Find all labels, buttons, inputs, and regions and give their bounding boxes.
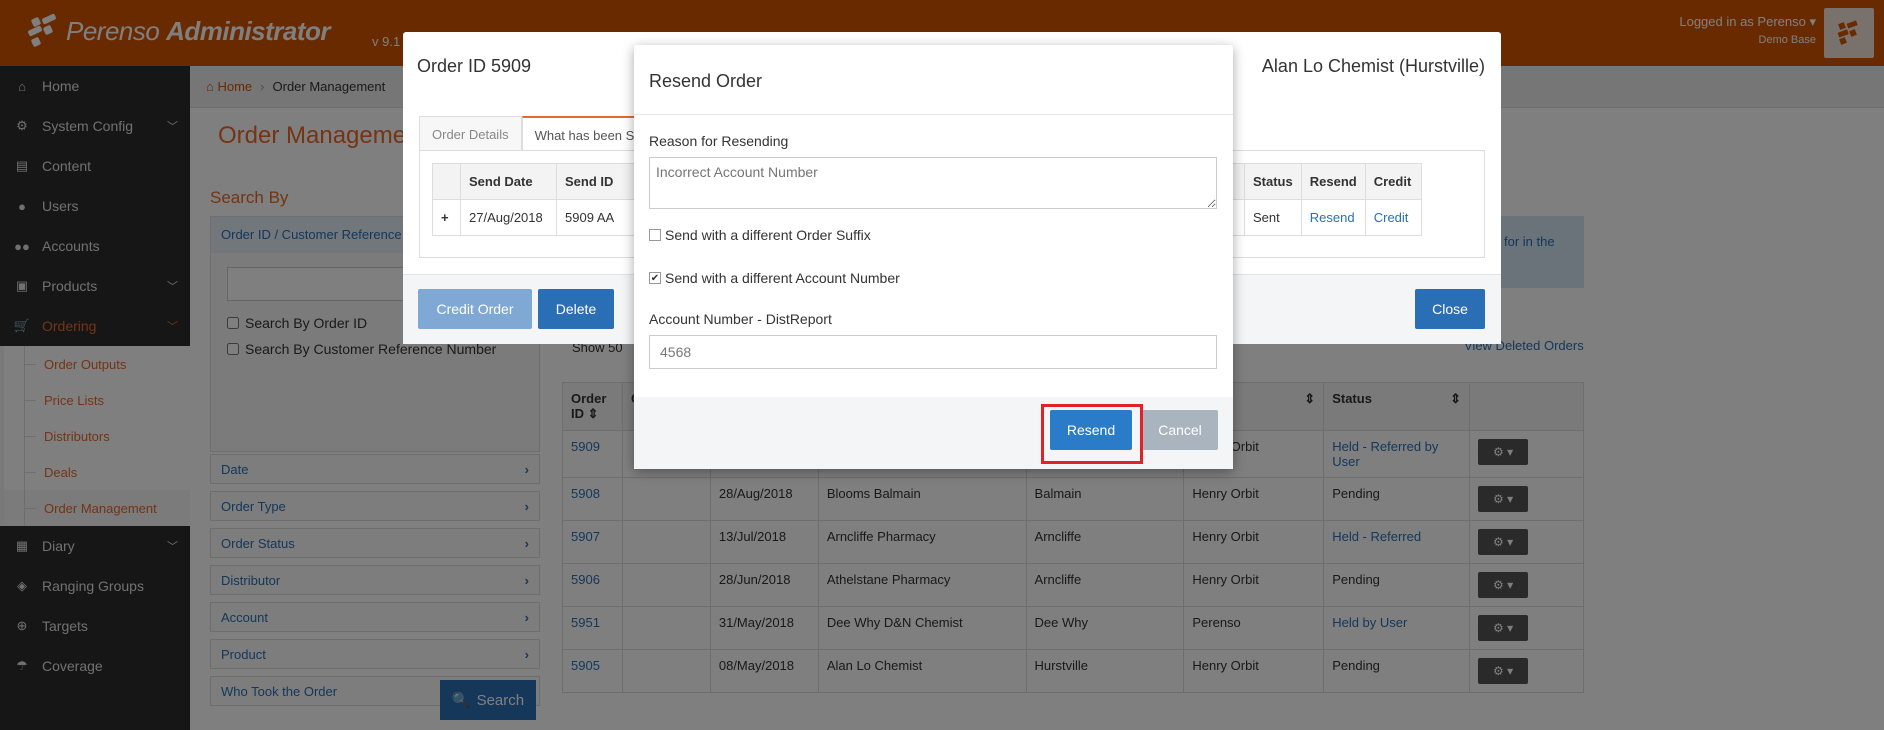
send-date: 27/Aug/2018 xyxy=(460,199,557,236)
col-send-date: Send Date xyxy=(460,163,557,200)
account-number-label: Account Number - DistReport xyxy=(649,311,832,327)
send-history-table: Send Date Send ID + 27/Aug/2018 5909 AA xyxy=(432,163,637,236)
resend-link[interactable]: Resend xyxy=(1310,210,1355,225)
col-status: Status xyxy=(1244,163,1302,200)
different-account-check[interactable]: ✔ Send with a different Account Number xyxy=(649,270,900,286)
resend-modal-footer: Resend Cancel xyxy=(634,397,1233,469)
resend-highlight-box xyxy=(1041,404,1143,464)
close-button[interactable]: Close xyxy=(1415,289,1485,329)
different-suffix-check[interactable]: Send with a different Order Suffix xyxy=(649,227,871,243)
tab-order-details[interactable]: Order Details xyxy=(419,116,522,150)
col-send-id: Send ID xyxy=(556,163,637,200)
checkbox-checked[interactable]: ✔ xyxy=(649,272,661,284)
tab-what-has-been-sent[interactable]: What has been S xyxy=(521,116,648,150)
send-id: 5909 AA xyxy=(556,199,637,236)
checkbox[interactable] xyxy=(649,229,661,241)
cancel-button[interactable]: Cancel xyxy=(1142,410,1218,450)
order-modal-customer: Alan Lo Chemist (Hurstville) xyxy=(1261,56,1485,76)
send-status: Sent xyxy=(1244,199,1302,236)
reason-textarea[interactable] xyxy=(649,157,1217,209)
col-resend: Resend xyxy=(1300,163,1366,200)
order-modal-tabs: Order Details What has been S xyxy=(419,116,648,150)
resend-order-modal: Resend Order Reason for Resending Send w… xyxy=(634,45,1233,469)
col-expand xyxy=(432,163,461,200)
reason-label: Reason for Resending xyxy=(649,133,789,149)
delete-button[interactable]: Delete xyxy=(538,289,614,329)
resend-modal-title: Resend Order xyxy=(634,45,1233,115)
order-modal-title: Order ID 5909 xyxy=(417,56,532,76)
account-number-input[interactable]: 4568 xyxy=(649,335,1217,369)
table-row: + 27/Aug/2018 5909 AA xyxy=(432,199,637,236)
credit-link[interactable]: Credit xyxy=(1374,210,1409,225)
check-label: Send with a different Order Suffix xyxy=(665,227,871,243)
check-label: Send with a different Account Number xyxy=(665,270,900,286)
credit-order-button[interactable]: Credit Order xyxy=(418,289,532,329)
expand-row-button[interactable]: + xyxy=(432,199,461,236)
col-credit: Credit xyxy=(1364,163,1422,200)
